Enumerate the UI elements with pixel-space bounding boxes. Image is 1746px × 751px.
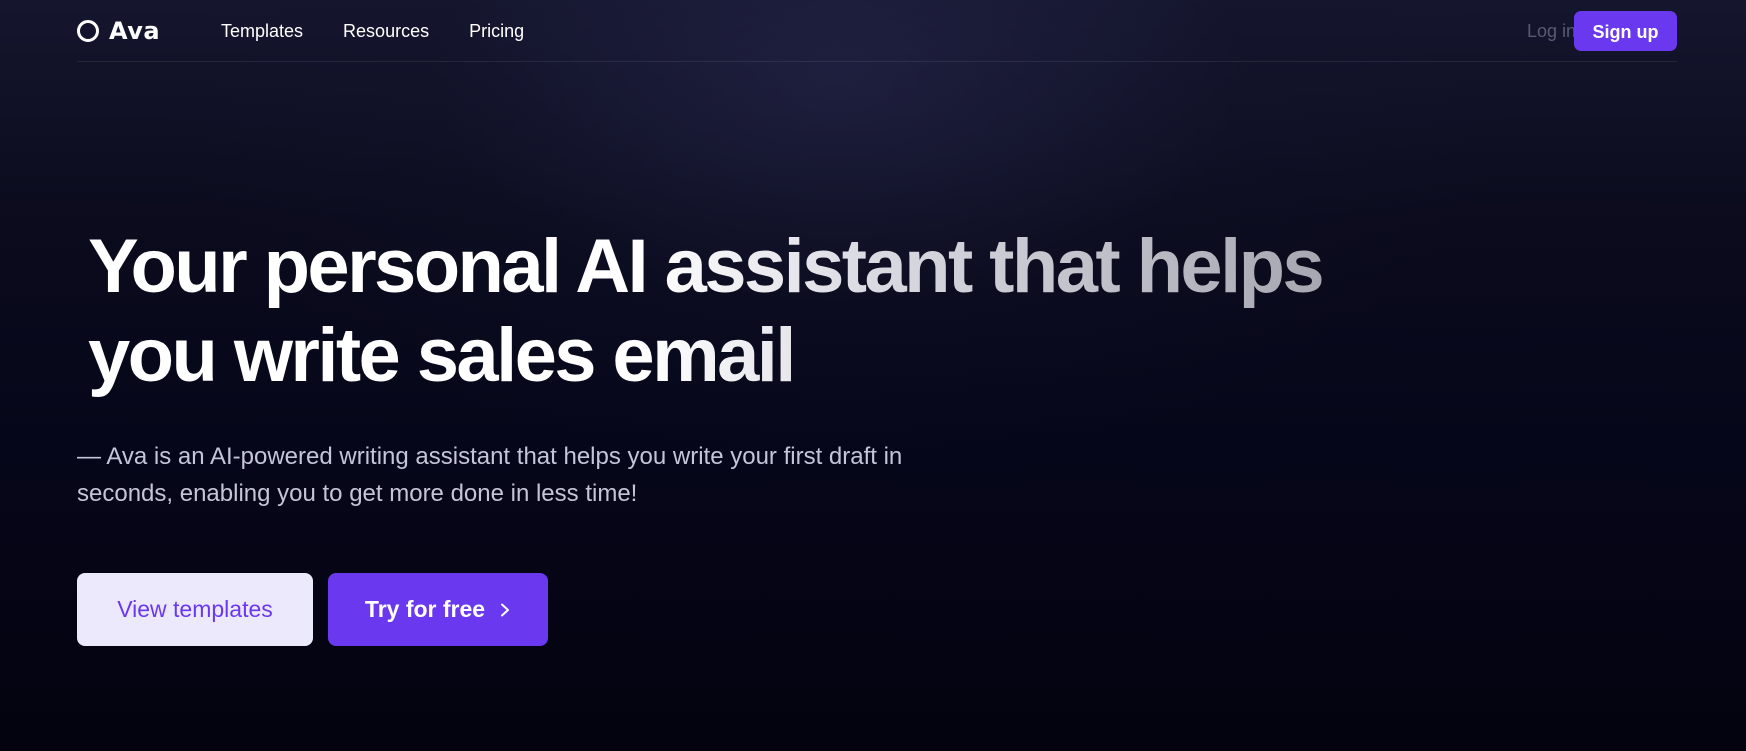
hero-subtitle: — Ava is an AI-powered writing assistant… <box>77 443 903 507</box>
brand-logo-link[interactable]: Ava <box>77 17 160 45</box>
nav-link-pricing[interactable]: Pricing <box>469 20 524 42</box>
hero-title-line-1: Your personal AI assistant that helps <box>88 224 1323 309</box>
nav-link-templates[interactable]: Templates <box>221 20 303 42</box>
ring-logo-icon <box>77 20 99 42</box>
main-nav: Templates Resources Pricing <box>221 20 524 42</box>
hero-title-line-2: you write sales email <box>88 313 794 398</box>
try-for-free-label: Try for free <box>364 596 486 622</box>
top-nav-bar: Ava Templates Resources Pricing Log in S… <box>77 0 1677 62</box>
try-for-free-button[interactable]: Try for free <box>328 573 548 646</box>
chevron-right-icon <box>501 603 510 616</box>
view-templates-label: View templates <box>117 596 273 622</box>
cta-button-group: View templates Try for free <box>77 573 548 646</box>
brand-name: Ava <box>109 17 161 45</box>
view-templates-button[interactable]: View templates <box>77 573 313 646</box>
signup-button[interactable]: Sign up <box>1574 11 1677 51</box>
nav-link-resources[interactable]: Resources <box>343 20 429 42</box>
hero-title: Your personal AI assistant that helps yo… <box>88 222 1408 400</box>
login-link[interactable]: Log in <box>1527 20 1576 42</box>
